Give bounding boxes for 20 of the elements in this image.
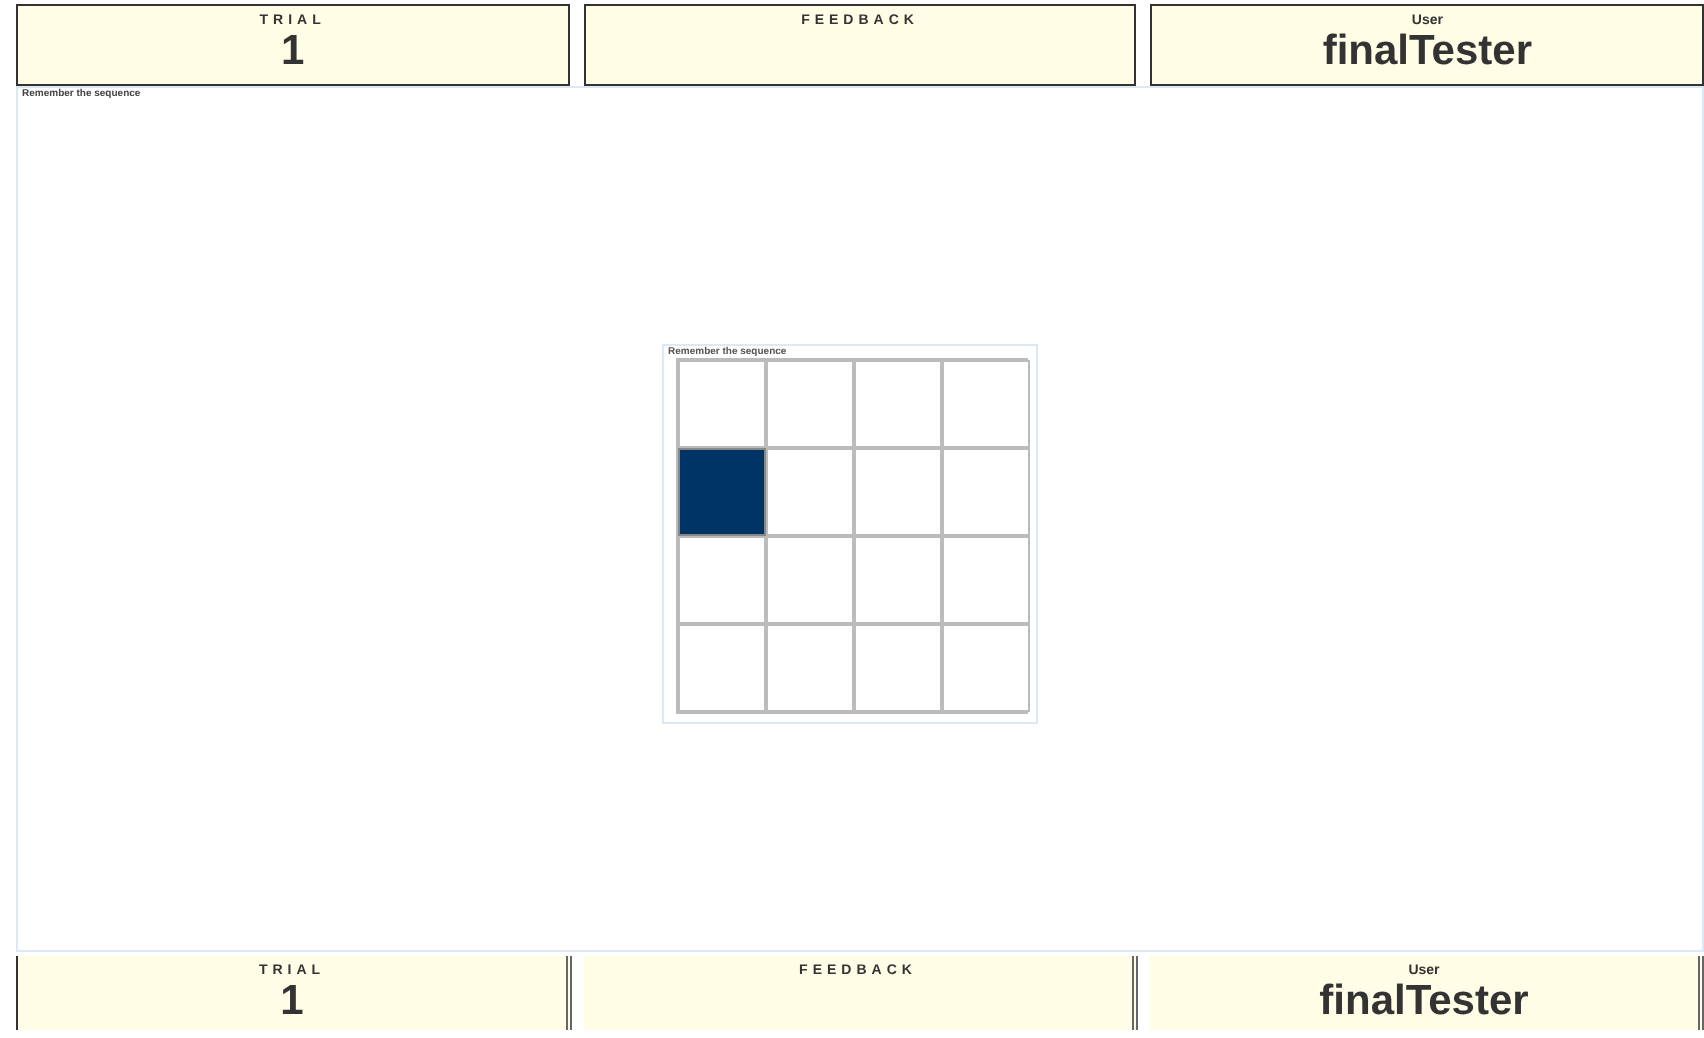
grid-cell[interactable] [766,448,854,536]
grid-cell[interactable] [678,360,766,448]
grid-cell[interactable] [766,360,854,448]
grid-cell[interactable] [678,448,766,536]
panel-value: 1 [280,28,305,76]
grid-cell[interactable] [942,448,1030,536]
grid-cell[interactable] [766,624,854,712]
grid-cell[interactable] [942,624,1030,712]
grid-cell[interactable] [766,536,854,624]
grid-cell[interactable] [678,624,766,712]
grid-cell[interactable] [942,536,1030,624]
grid-cell[interactable] [942,360,1030,448]
grid-cell[interactable] [854,448,942,536]
panel-value: 1 [280,978,304,1026]
grid-cell[interactable] [854,624,942,712]
panel-value: finalTester [1319,978,1529,1026]
grid-cell[interactable] [854,536,942,624]
grid-cell[interactable] [854,360,942,448]
panel-value: finalTester [1322,28,1532,76]
grid-cell[interactable] [678,536,766,624]
